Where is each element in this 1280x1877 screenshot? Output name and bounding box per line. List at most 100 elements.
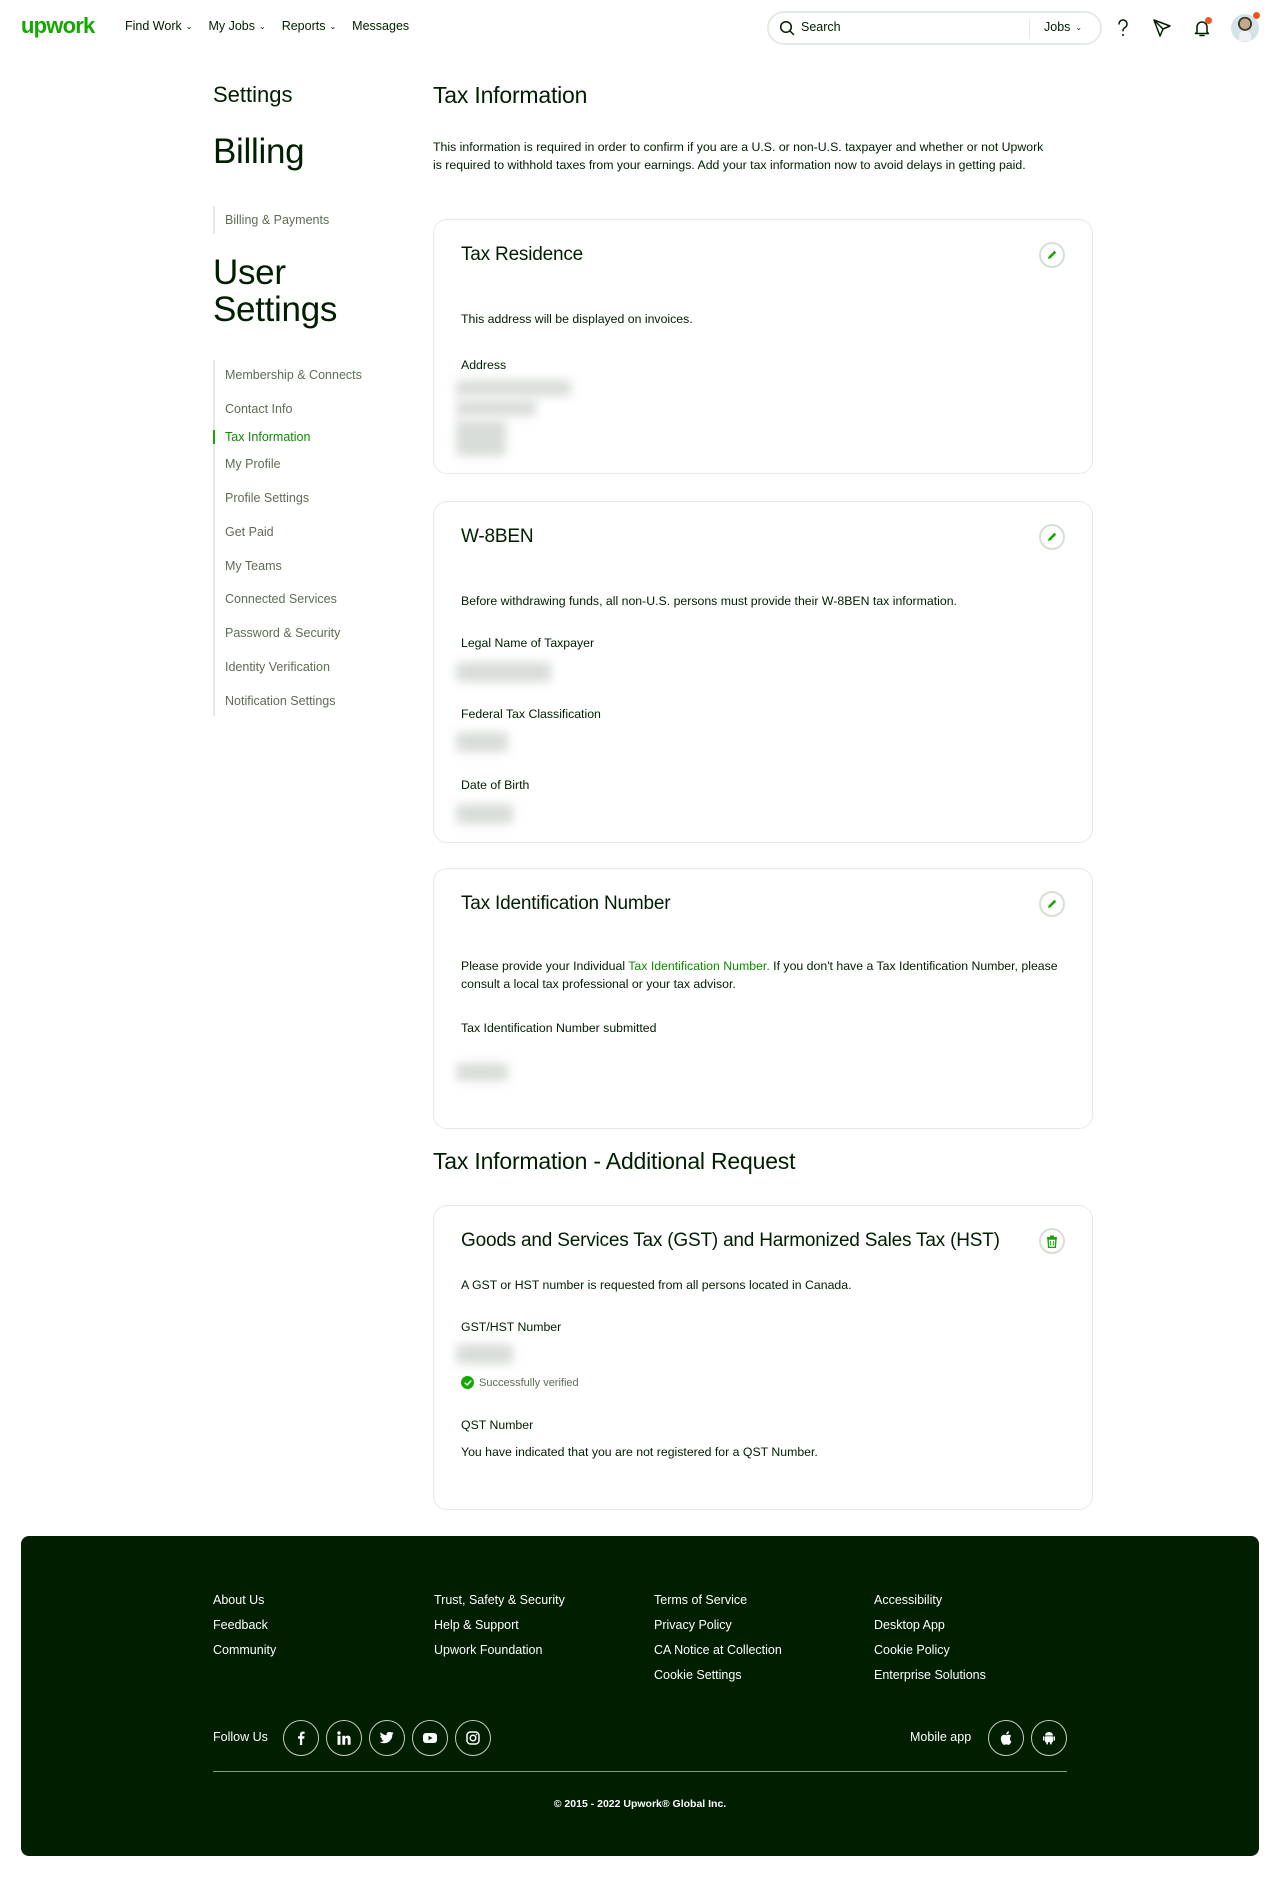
card-description: This address will be displayed on invoic… <box>461 312 693 326</box>
pencil-icon <box>1048 250 1057 259</box>
verified-status: Successfully verified <box>461 1376 579 1389</box>
search-input[interactable] <box>801 20 1021 34</box>
heading-line: Settings <box>213 289 338 329</box>
footer-link-enterprise[interactable]: Enterprise Solutions <box>874 1668 986 1693</box>
qst-number-label: QST Number <box>461 1418 534 1432</box>
sidebar-item-my-teams[interactable]: My Teams <box>225 559 282 573</box>
nav-messages[interactable]: Messages <box>352 19 409 33</box>
sidebar-item-contact-info[interactable]: Contact Info <box>225 402 292 416</box>
pencil-icon <box>1048 899 1057 908</box>
sidebar-item-profile-settings[interactable]: Profile Settings <box>225 491 309 505</box>
footer-link-feedback[interactable]: Feedback <box>213 1618 276 1643</box>
card-description: A GST or HST number is requested from al… <box>461 1278 852 1292</box>
chevron-down-icon: ⌄ <box>329 21 337 31</box>
search-scope-dropdown[interactable]: Jobs ⌄ <box>1044 20 1082 34</box>
sidebar-item-billing-payments[interactable]: Billing & Payments <box>225 213 329 227</box>
footer-link-trust-safety[interactable]: Trust, Safety & Security <box>434 1593 565 1618</box>
card-description: Before withdrawing funds, all non-U.S. p… <box>461 594 957 608</box>
card-title: Goods and Services Tax (GST) and Harmoni… <box>461 1230 1000 1251</box>
footer-link-about-us[interactable]: About Us <box>213 1593 276 1618</box>
sidebar-item-identity-verification[interactable]: Identity Verification <box>225 660 330 674</box>
edit-w8ben-button[interactable] <box>1039 524 1065 550</box>
verified-text: Successfully verified <box>479 1376 579 1389</box>
footer-link-cookie-policy[interactable]: Cookie Policy <box>874 1643 986 1668</box>
linkedin-icon[interactable] <box>326 1720 362 1756</box>
nav-reports[interactable]: Reports ⌄ <box>282 19 336 33</box>
field-label-legal-name: Legal Name of Taxpayer <box>461 636 595 650</box>
footer-link-help-support[interactable]: Help & Support <box>434 1618 565 1643</box>
footer-link-cookie-settings[interactable]: Cookie Settings <box>654 1668 782 1693</box>
chevron-down-icon: ⌄ <box>1075 22 1083 32</box>
search-icon <box>779 20 795 36</box>
nav-label: Find Work <box>125 19 182 33</box>
nav-label: My Jobs <box>208 19 255 33</box>
tax-residence-card: Tax Residence This address will be displ… <box>433 219 1093 474</box>
sidebar-item-tax-information[interactable]: Tax Information <box>225 430 310 444</box>
active-indicator <box>213 430 215 444</box>
avatar-shirt <box>1239 31 1251 41</box>
pencil-icon <box>1048 532 1057 541</box>
search-divider <box>1029 19 1030 39</box>
instagram-icon[interactable] <box>455 1720 491 1756</box>
sidebar-item-password-security[interactable]: Password & Security <box>225 626 340 640</box>
check-circle-icon <box>461 1376 474 1389</box>
apple-icon[interactable] <box>988 1720 1024 1756</box>
top-nav-bar: upwork Find Work ⌄ My Jobs ⌄ Reports ⌄ Mess… <box>0 0 1280 56</box>
address-label: Address <box>461 358 507 372</box>
search-bar: Jobs ⌄ <box>767 11 1102 45</box>
sidebar-item-connected-services[interactable]: Connected Services <box>225 592 337 606</box>
sidebar-item-my-profile[interactable]: My Profile <box>225 457 281 471</box>
footer-link-terms[interactable]: Terms of Service <box>654 1593 782 1618</box>
trash-icon <box>1047 1235 1057 1248</box>
android-icon[interactable] <box>1031 1720 1067 1756</box>
tin-value-redacted <box>456 1063 508 1081</box>
footer-link-upwork-foundation[interactable]: Upwork Foundation <box>434 1643 565 1668</box>
delete-gst-button[interactable] <box>1039 1228 1065 1254</box>
help-icon[interactable] <box>1111 16 1135 40</box>
notification-bell-icon[interactable] <box>1190 16 1214 40</box>
footer-link-desktop-app[interactable]: Desktop App <box>874 1618 986 1643</box>
qst-status-text: You have indicated that you are not regi… <box>461 1445 818 1459</box>
twitter-icon[interactable] <box>369 1720 405 1756</box>
main-nav: Find Work ⌄ My Jobs ⌄ Reports ⌄ Messages <box>125 19 425 33</box>
facebook-icon[interactable] <box>283 1720 319 1756</box>
date-of-birth-value-redacted <box>456 804 513 824</box>
address-value-redacted <box>456 420 506 456</box>
sidebar-item-notification-settings[interactable]: Notification Settings <box>225 694 335 708</box>
main-content: Tax Information This information is requ… <box>433 82 1093 1510</box>
sidebar-item-membership-connects[interactable]: Membership & Connects <box>225 368 362 382</box>
follow-us-label: Follow Us <box>213 1730 268 1744</box>
youtube-icon[interactable] <box>412 1720 448 1756</box>
edit-tax-residence-button[interactable] <box>1039 242 1065 268</box>
footer-link-privacy[interactable]: Privacy Policy <box>654 1618 782 1643</box>
footer-link-accessibility[interactable]: Accessibility <box>874 1593 986 1618</box>
settings-sidebar: Settings Billing Billing & Payments User… <box>213 82 413 716</box>
card-description: Please provide your Individual Tax Ident… <box>461 957 1071 993</box>
description-text: Please provide your Individual <box>461 959 629 973</box>
sidebar-item-get-paid[interactable]: Get Paid <box>225 525 274 539</box>
nav-label: Reports <box>281 19 326 33</box>
nav-find-work[interactable]: Find Work ⌄ <box>125 19 192 33</box>
user-settings-nav-group: Membership & Connects Contact Info Tax I… <box>213 360 362 716</box>
upwork-logo[interactable]: upwork <box>21 13 95 39</box>
tin-submitted-label: Tax Identification Number submitted <box>461 1021 657 1035</box>
w8ben-card: W-8BEN Before withdrawing funds, all non… <box>433 501 1093 843</box>
gst-number-label: GST/HST Number <box>461 1320 562 1334</box>
send-proposal-icon[interactable] <box>1150 16 1174 40</box>
copyright-text: © 2015 - 2022 Upwork® Global Inc. <box>553 1798 727 1810</box>
footer: About Us Feedback Community Trust, Safet… <box>21 1536 1259 1856</box>
address-value-redacted <box>456 400 536 416</box>
mobile-app-label: Mobile app <box>910 1730 972 1744</box>
tin-info-link[interactable]: Tax Identification Number. <box>628 959 770 973</box>
billing-nav-group: Billing & Payments <box>213 206 329 234</box>
card-title: W-8BEN <box>461 526 534 547</box>
avatar[interactable] <box>1231 12 1260 42</box>
nav-my-jobs[interactable]: My Jobs ⌄ <box>208 19 265 33</box>
notification-dot <box>1205 17 1212 24</box>
intro-text: This information is required in order to… <box>433 140 1044 172</box>
footer-link-ca-notice[interactable]: CA Notice at Collection <box>654 1643 782 1668</box>
sidebar-billing-heading: Billing <box>213 132 305 171</box>
chevron-down-icon: ⌄ <box>258 21 266 31</box>
footer-link-community[interactable]: Community <box>213 1643 276 1668</box>
edit-tin-button[interactable] <box>1039 891 1065 917</box>
